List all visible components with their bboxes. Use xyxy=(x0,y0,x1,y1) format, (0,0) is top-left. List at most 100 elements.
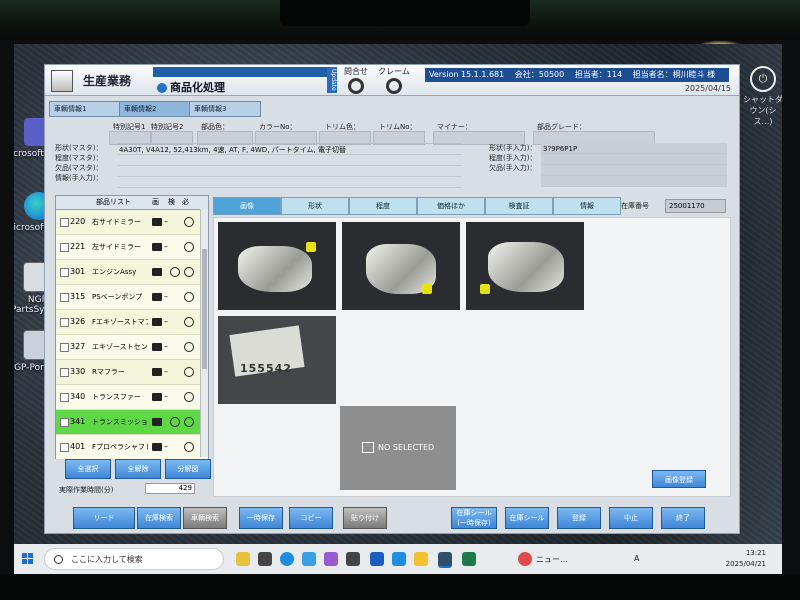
checkbox[interactable] xyxy=(60,218,69,227)
image-register-button[interactable]: 画像登録 xyxy=(652,470,706,488)
list-item[interactable]: 327 エキゾーストセンタ – xyxy=(56,335,208,360)
checkbox[interactable] xyxy=(60,268,69,277)
part-code: 330 xyxy=(70,367,86,376)
checkbox[interactable] xyxy=(60,343,69,352)
copy-button[interactable]: コピー xyxy=(289,507,333,529)
tab-shape[interactable]: 形状 xyxy=(281,197,349,215)
list-item[interactable]: 301 エンジンAssy xyxy=(56,260,208,285)
folder-icon[interactable] xyxy=(152,418,162,426)
app-title: 生産業務 xyxy=(83,74,132,88)
parts-list-title: 部品リスト xyxy=(96,198,131,206)
folder-icon[interactable] xyxy=(152,268,162,276)
part-name: トランスファー xyxy=(92,393,141,401)
news-text[interactable]: ニュー… xyxy=(536,554,568,565)
news-icon[interactable] xyxy=(518,552,532,566)
store-icon[interactable] xyxy=(346,552,360,566)
tab-inspection[interactable]: 検査証 xyxy=(485,197,553,215)
stock-sticker-button[interactable]: 在庫シール xyxy=(505,507,549,529)
no-selected-text: NO SELECTED xyxy=(378,443,435,452)
tab-price[interactable]: 価格ほか xyxy=(417,197,485,215)
list-item-selected[interactable]: 341 トランスミッション xyxy=(56,410,208,435)
stock-sticker-temp-button[interactable]: 在庫シール(一時保存) xyxy=(451,507,497,529)
explorer-icon[interactable] xyxy=(414,552,428,566)
folder-icon[interactable] xyxy=(152,243,162,251)
select-all-button[interactable]: 全選択 xyxy=(65,459,111,479)
tab-info[interactable]: 情報 xyxy=(553,197,621,215)
checkbox[interactable] xyxy=(60,318,69,327)
list-item[interactable]: 340 トランスファー – xyxy=(56,385,208,410)
tab-vehicle-info-2[interactable]: 車輌情報2 xyxy=(119,101,191,117)
inquiry-button[interactable]: 問合せ xyxy=(339,66,373,94)
ngp-taskbar-icon[interactable] xyxy=(438,552,452,568)
update-button[interactable]: Update xyxy=(327,67,337,93)
folder-icon[interactable] xyxy=(152,343,162,351)
read-button[interactable]: リード xyxy=(73,507,135,529)
info-manual-label: 情報(手入力)： xyxy=(55,174,103,182)
list-item[interactable]: 220 右サイドミラー – xyxy=(56,210,208,235)
photos-icon[interactable] xyxy=(392,552,406,566)
checkbox[interactable] xyxy=(60,418,69,427)
folder-icon[interactable] xyxy=(152,318,162,326)
work-time-field[interactable]: 429 xyxy=(145,483,195,494)
clock[interactable]: 13:21 2025/04/21 xyxy=(726,548,766,570)
scroll-thumb[interactable] xyxy=(202,249,207,369)
parts-scrollbar[interactable] xyxy=(200,209,208,457)
part-code: 315 xyxy=(70,292,86,301)
copilot-icon[interactable] xyxy=(236,552,250,566)
exploded-view-button[interactable]: 分解図 xyxy=(165,459,211,479)
exit-button[interactable]: 終了 xyxy=(661,507,705,529)
folder-icon[interactable] xyxy=(152,218,162,226)
list-item[interactable]: 315 PSベーンポンプ – xyxy=(56,285,208,310)
list-item[interactable]: 221 左サイドミラー – xyxy=(56,235,208,260)
transmission-image xyxy=(238,246,312,292)
part-name: エンジンAssy xyxy=(92,268,137,276)
missing-master-label: 欠品(マスタ)： xyxy=(55,164,103,172)
col-image: 画 xyxy=(152,198,159,206)
edge-taskbar-icon[interactable] xyxy=(280,552,294,566)
part-photo[interactable]: 155542 xyxy=(218,316,336,404)
folder-icon[interactable] xyxy=(152,393,162,401)
list-item[interactable]: 401 Fプロペラシャフト – xyxy=(56,435,208,460)
chrome-icon[interactable] xyxy=(302,552,316,566)
checkbox[interactable] xyxy=(60,368,69,377)
module-title: 商品化処理 xyxy=(170,81,225,94)
tab-image[interactable]: 画像 xyxy=(213,197,281,215)
checkbox[interactable] xyxy=(60,243,69,252)
desktop-icon-shutdown[interactable]: ⏻ シャットダウン(シス…) xyxy=(740,66,782,127)
temp-save-button[interactable]: 一時保存 xyxy=(239,507,283,529)
date-text: 2025/04/15 xyxy=(684,84,731,93)
checkbox[interactable] xyxy=(60,393,69,402)
checkbox[interactable] xyxy=(60,443,69,452)
title-bar: 生産業務 商品化処理 Update 問合せ クレーム Version 15.1.… xyxy=(45,65,739,96)
list-item[interactable]: 330 Rマフラー – xyxy=(56,360,208,385)
taskbar-search-input[interactable]: ここに入力して検索 xyxy=(44,548,224,570)
task-view-icon[interactable] xyxy=(258,552,272,566)
tab-grade[interactable]: 程度 xyxy=(349,197,417,215)
paste-button[interactable]: 貼り付け xyxy=(343,507,387,529)
folder-icon[interactable] xyxy=(152,443,162,451)
folder-icon[interactable] xyxy=(152,293,162,301)
excel-icon[interactable] xyxy=(462,552,476,566)
part-photo[interactable] xyxy=(342,222,460,310)
cancel-button[interactable]: 中止 xyxy=(609,507,653,529)
checkbox[interactable] xyxy=(60,293,69,302)
claim-button[interactable]: クレーム xyxy=(377,66,411,94)
ime-indicator[interactable]: A xyxy=(634,554,639,563)
part-code: 340 xyxy=(70,392,86,401)
register-button[interactable]: 登録 xyxy=(557,507,601,529)
teams-taskbar-icon[interactable] xyxy=(324,552,338,566)
tab-vehicle-info-3[interactable]: 車輌情報3 xyxy=(189,101,261,117)
list-item[interactable]: 326 Fエキゾーストマフ – xyxy=(56,310,208,335)
part-photo[interactable] xyxy=(466,222,584,310)
windows-start-icon[interactable] xyxy=(22,553,34,565)
mark-inspect: – xyxy=(164,217,168,226)
outlook-icon[interactable] xyxy=(370,552,384,566)
part-photo[interactable] xyxy=(218,222,336,310)
part-name: 右サイドミラー xyxy=(92,218,141,226)
stock-search-button[interactable]: 在庫検索 xyxy=(137,507,181,529)
deselect-all-button[interactable]: 全解除 xyxy=(115,459,161,479)
vehicle-search-button[interactable]: 車輌検索 xyxy=(183,507,227,529)
no-selected-placeholder[interactable]: NO SELECTED xyxy=(340,406,456,490)
folder-icon[interactable] xyxy=(152,368,162,376)
tab-vehicle-info-1[interactable]: 車輌情報1 xyxy=(49,101,121,117)
